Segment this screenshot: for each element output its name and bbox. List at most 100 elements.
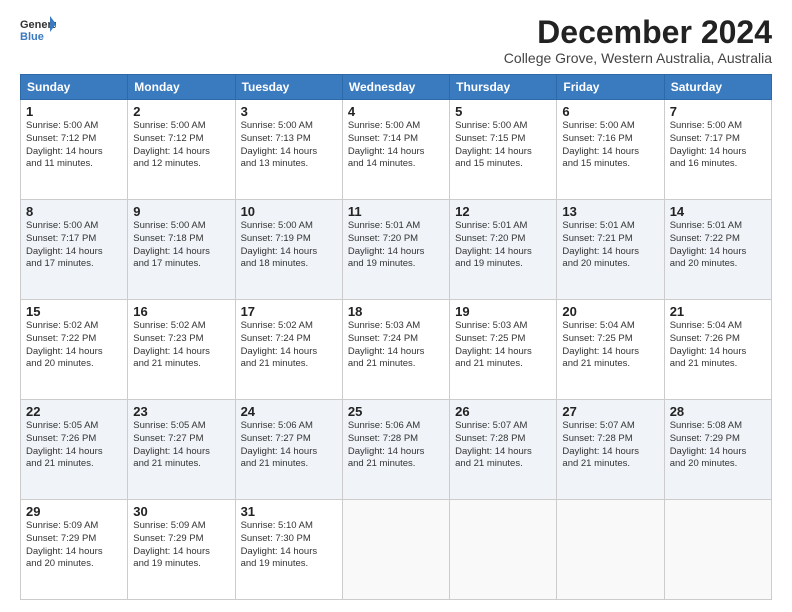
day-number: 4	[348, 104, 444, 119]
day-number: 23	[133, 404, 229, 419]
col-tuesday: Tuesday	[235, 75, 342, 100]
day-number: 9	[133, 204, 229, 219]
day-info: Sunrise: 5:01 AM Sunset: 7:21 PM Dayligh…	[562, 220, 658, 271]
calendar-cell: 17Sunrise: 5:02 AM Sunset: 7:24 PM Dayli…	[235, 300, 342, 400]
calendar-cell	[664, 500, 771, 600]
day-number: 20	[562, 304, 658, 319]
day-number: 24	[241, 404, 337, 419]
calendar-cell: 24Sunrise: 5:06 AM Sunset: 7:27 PM Dayli…	[235, 400, 342, 500]
calendar-week-1: 1 Sunrise: 5:00 AM Sunset: 7:12 PM Daylig…	[21, 100, 772, 200]
day-info: Sunrise: 5:00 AM Sunset: 7:16 PM Dayligh…	[562, 120, 658, 171]
day-info: Sunrise: 5:08 AM Sunset: 7:29 PM Dayligh…	[670, 420, 766, 471]
calendar-cell: 13Sunrise: 5:01 AM Sunset: 7:21 PM Dayli…	[557, 200, 664, 300]
day-info: Sunrise: 5:04 AM Sunset: 7:25 PM Dayligh…	[562, 320, 658, 371]
day-info: Sunrise: 5:04 AM Sunset: 7:26 PM Dayligh…	[670, 320, 766, 371]
calendar-cell: 31Sunrise: 5:10 AM Sunset: 7:30 PM Dayli…	[235, 500, 342, 600]
day-info: Sunrise: 5:00 AM Sunset: 7:17 PM Dayligh…	[670, 120, 766, 171]
day-number: 11	[348, 204, 444, 219]
page: General Blue December 2024 College Grove…	[0, 0, 792, 612]
col-monday: Monday	[128, 75, 235, 100]
calendar-cell: 9Sunrise: 5:00 AM Sunset: 7:18 PM Daylig…	[128, 200, 235, 300]
col-sunday: Sunday	[21, 75, 128, 100]
calendar-week-5: 29Sunrise: 5:09 AM Sunset: 7:29 PM Dayli…	[21, 500, 772, 600]
day-number: 25	[348, 404, 444, 419]
day-info: Sunrise: 5:02 AM Sunset: 7:24 PM Dayligh…	[241, 320, 337, 371]
calendar-cell: 23Sunrise: 5:05 AM Sunset: 7:27 PM Dayli…	[128, 400, 235, 500]
calendar-cell	[557, 500, 664, 600]
calendar-cell: 15Sunrise: 5:02 AM Sunset: 7:22 PM Dayli…	[21, 300, 128, 400]
calendar-week-3: 15Sunrise: 5:02 AM Sunset: 7:22 PM Dayli…	[21, 300, 772, 400]
day-info: Sunrise: 5:02 AM Sunset: 7:22 PM Dayligh…	[26, 320, 122, 371]
day-info: Sunrise: 5:07 AM Sunset: 7:28 PM Dayligh…	[562, 420, 658, 471]
day-number: 27	[562, 404, 658, 419]
calendar-cell: 10Sunrise: 5:00 AM Sunset: 7:19 PM Dayli…	[235, 200, 342, 300]
day-info: Sunrise: 5:00 AM Sunset: 7:15 PM Dayligh…	[455, 120, 551, 171]
day-number: 1	[26, 104, 122, 119]
day-number: 13	[562, 204, 658, 219]
day-info: Sunrise: 5:09 AM Sunset: 7:29 PM Dayligh…	[26, 520, 122, 571]
day-info: Sunrise: 5:00 AM Sunset: 7:13 PM Dayligh…	[241, 120, 337, 171]
day-number: 30	[133, 504, 229, 519]
calendar-cell: 16Sunrise: 5:02 AM Sunset: 7:23 PM Dayli…	[128, 300, 235, 400]
calendar-cell: 6Sunrise: 5:00 AM Sunset: 7:16 PM Daylig…	[557, 100, 664, 200]
day-number: 15	[26, 304, 122, 319]
calendar-cell: 20Sunrise: 5:04 AM Sunset: 7:25 PM Dayli…	[557, 300, 664, 400]
calendar-cell: 5Sunrise: 5:00 AM Sunset: 7:15 PM Daylig…	[450, 100, 557, 200]
day-number: 12	[455, 204, 551, 219]
day-info: Sunrise: 5:00 AM Sunset: 7:17 PM Dayligh…	[26, 220, 122, 271]
svg-text:Blue: Blue	[20, 31, 44, 43]
col-wednesday: Wednesday	[342, 75, 449, 100]
day-number: 7	[670, 104, 766, 119]
calendar-cell: 19Sunrise: 5:03 AM Sunset: 7:25 PM Dayli…	[450, 300, 557, 400]
logo-icon: General Blue	[20, 16, 56, 44]
calendar-cell: 18Sunrise: 5:03 AM Sunset: 7:24 PM Dayli…	[342, 300, 449, 400]
day-number: 17	[241, 304, 337, 319]
calendar-cell: 3Sunrise: 5:00 AM Sunset: 7:13 PM Daylig…	[235, 100, 342, 200]
calendar-cell	[342, 500, 449, 600]
month-title: December 2024	[504, 16, 772, 48]
calendar-cell: 8Sunrise: 5:00 AM Sunset: 7:17 PM Daylig…	[21, 200, 128, 300]
day-info: Sunrise: 5:02 AM Sunset: 7:23 PM Dayligh…	[133, 320, 229, 371]
day-info: Sunrise: 5:05 AM Sunset: 7:26 PM Dayligh…	[26, 420, 122, 471]
day-info: Sunrise: 5:09 AM Sunset: 7:29 PM Dayligh…	[133, 520, 229, 571]
col-saturday: Saturday	[664, 75, 771, 100]
day-number: 22	[26, 404, 122, 419]
title-block: December 2024 College Grove, Western Aus…	[504, 16, 772, 66]
calendar-cell: 27Sunrise: 5:07 AM Sunset: 7:28 PM Dayli…	[557, 400, 664, 500]
header: General Blue December 2024 College Grove…	[20, 16, 772, 66]
day-number: 26	[455, 404, 551, 419]
calendar-cell: 26Sunrise: 5:07 AM Sunset: 7:28 PM Dayli…	[450, 400, 557, 500]
calendar-week-4: 22Sunrise: 5:05 AM Sunset: 7:26 PM Dayli…	[21, 400, 772, 500]
calendar-cell: 7Sunrise: 5:00 AM Sunset: 7:17 PM Daylig…	[664, 100, 771, 200]
day-number: 2	[133, 104, 229, 119]
day-number: 31	[241, 504, 337, 519]
day-info: Sunrise: 5:01 AM Sunset: 7:20 PM Dayligh…	[455, 220, 551, 271]
calendar-cell: 22Sunrise: 5:05 AM Sunset: 7:26 PM Dayli…	[21, 400, 128, 500]
calendar-cell: 4Sunrise: 5:00 AM Sunset: 7:14 PM Daylig…	[342, 100, 449, 200]
calendar-cell: 21Sunrise: 5:04 AM Sunset: 7:26 PM Dayli…	[664, 300, 771, 400]
calendar-cell: 28Sunrise: 5:08 AM Sunset: 7:29 PM Dayli…	[664, 400, 771, 500]
logo: General Blue	[20, 16, 56, 44]
day-info: Sunrise: 5:10 AM Sunset: 7:30 PM Dayligh…	[241, 520, 337, 571]
day-number: 8	[26, 204, 122, 219]
day-number: 19	[455, 304, 551, 319]
day-number: 28	[670, 404, 766, 419]
day-number: 14	[670, 204, 766, 219]
day-info: Sunrise: 5:00 AM Sunset: 7:18 PM Dayligh…	[133, 220, 229, 271]
day-number: 18	[348, 304, 444, 319]
day-number: 5	[455, 104, 551, 119]
day-info: Sunrise: 5:00 AM Sunset: 7:19 PM Dayligh…	[241, 220, 337, 271]
day-info: Sunrise: 5:00 AM Sunset: 7:14 PM Dayligh…	[348, 120, 444, 171]
calendar-cell: 1Sunrise: 5:00 AM Sunset: 7:12 PM Daylig…	[21, 100, 128, 200]
calendar-cell: 14Sunrise: 5:01 AM Sunset: 7:22 PM Dayli…	[664, 200, 771, 300]
day-number: 21	[670, 304, 766, 319]
col-friday: Friday	[557, 75, 664, 100]
calendar-cell	[450, 500, 557, 600]
col-thursday: Thursday	[450, 75, 557, 100]
day-info: Sunrise: 5:01 AM Sunset: 7:20 PM Dayligh…	[348, 220, 444, 271]
day-info: Sunrise: 5:00 AM Sunset: 7:12 PM Dayligh…	[133, 120, 229, 171]
day-info: Sunrise: 5:03 AM Sunset: 7:24 PM Dayligh…	[348, 320, 444, 371]
day-number: 10	[241, 204, 337, 219]
day-number: 16	[133, 304, 229, 319]
location: College Grove, Western Australia, Austra…	[504, 50, 772, 66]
